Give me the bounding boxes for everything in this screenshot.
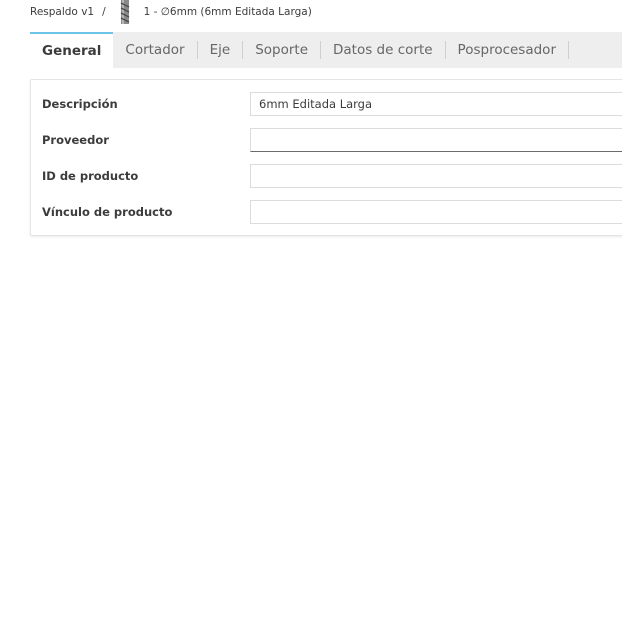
description-label: Descripción	[42, 97, 118, 111]
tool-properties-page: Respaldo v1 / 1 - ∅6mm (6mm Editada Larg…	[0, 0, 622, 617]
tab-posprocesador[interactable]: Posprocesador	[446, 32, 568, 68]
breadcrumb-separator: /	[102, 6, 106, 18]
vendor-field[interactable]	[250, 128, 622, 152]
end-mill-tool-icon	[120, 0, 129, 24]
tab-eje[interactable]: Eje	[198, 32, 243, 68]
form-row-vendor: Proveedor	[31, 128, 622, 152]
tab-datos-de-corte[interactable]: Datos de corte	[321, 32, 445, 68]
breadcrumb: Respaldo v1 / 1 - ∅6mm (6mm Editada Larg…	[30, 0, 312, 24]
product-link-field[interactable]	[250, 200, 622, 224]
breadcrumb-root[interactable]: Respaldo v1	[30, 6, 94, 18]
product-id-label: ID de producto	[42, 169, 139, 183]
breadcrumb-current-tool: 1 - ∅6mm (6mm Editada Larga)	[143, 6, 312, 18]
tab-soporte[interactable]: Soporte	[243, 32, 320, 68]
tab-divider	[568, 41, 569, 59]
vendor-label: Proveedor	[42, 133, 109, 147]
form-row-product-link: Vínculo de producto	[31, 200, 622, 224]
form-row-product-id: ID de producto	[31, 164, 622, 188]
description-field[interactable]	[250, 92, 622, 116]
general-form-panel: Descripción Proveedor ID de producto Vín…	[30, 79, 622, 236]
product-link-label: Vínculo de producto	[42, 205, 173, 219]
form-row-description: Descripción	[31, 92, 622, 116]
tab-cortador[interactable]: Cortador	[113, 32, 196, 68]
tab-bar: General Cortador Eje Soporte Datos de co…	[30, 32, 622, 68]
tab-general[interactable]: General	[30, 32, 114, 68]
product-id-field[interactable]	[250, 164, 622, 188]
